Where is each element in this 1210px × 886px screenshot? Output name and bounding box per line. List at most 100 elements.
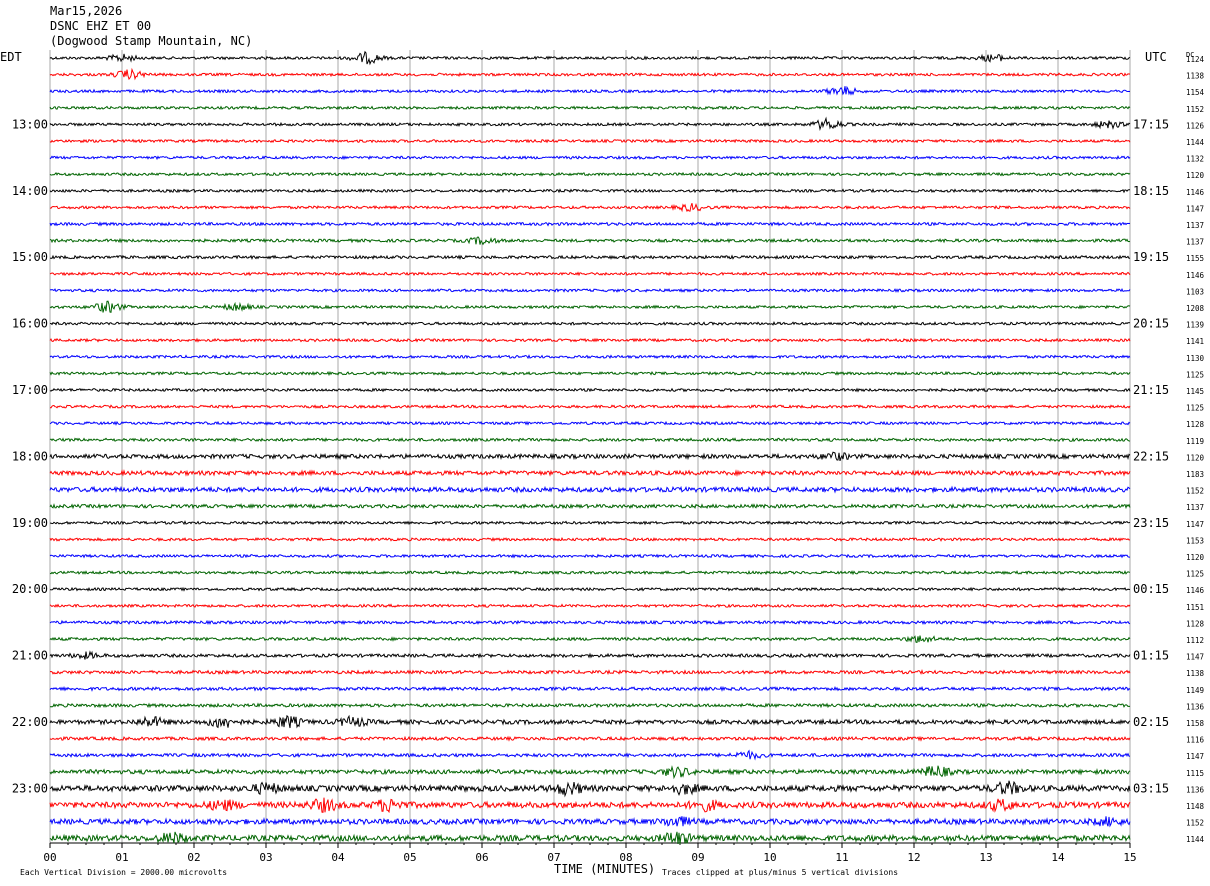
- x-tick-label: 12: [907, 851, 920, 864]
- trace-row: [49, 221, 1131, 227]
- x-tick-label: 06: [475, 851, 488, 864]
- trace-row: [49, 202, 1131, 213]
- left-hour-label: 17:00: [12, 383, 48, 397]
- trace-row: [49, 635, 1131, 643]
- dc-offset-label: 1126: [1186, 121, 1205, 130]
- right-hour-label: 00:15: [1133, 582, 1169, 596]
- dc-offset-label: 1152: [1186, 819, 1204, 828]
- trace-row: [49, 155, 1131, 161]
- right-hour-label: 19:15: [1133, 250, 1169, 264]
- dc-offset-label: 1145: [1186, 387, 1204, 396]
- dc-offset-label: 1120: [1186, 553, 1205, 562]
- trace-row: [49, 553, 1130, 559]
- trace-row: [49, 619, 1131, 626]
- trace-row: [49, 536, 1131, 542]
- trace-row: [49, 188, 1131, 194]
- trace-row: [49, 404, 1131, 410]
- dc-offset-label: 1147: [1186, 752, 1204, 761]
- trace-row: [49, 337, 1131, 343]
- trace-row: [49, 451, 1131, 462]
- trace-row: [49, 735, 1131, 742]
- right-hour-label: 17:15: [1133, 117, 1169, 131]
- trace-row: [49, 387, 1131, 393]
- seismogram-plot: 00 01 02 03 04 05 06 07 08 09 10 11 12 13 14 1511241138…: [0, 4, 1205, 877]
- dc-offset-label: 1128: [1186, 420, 1205, 429]
- dc-offset-label: 1103: [1186, 287, 1204, 296]
- trace-row: [49, 116, 1131, 132]
- trace-row: [49, 714, 1131, 729]
- x-tick-label: 11: [835, 851, 848, 864]
- dc-offset-label: 1138: [1186, 72, 1205, 81]
- trace-row: [49, 669, 1131, 675]
- right-hour-label: 02:15: [1133, 715, 1169, 729]
- dc-offset-label: 1147: [1186, 520, 1204, 529]
- trace-row: [49, 138, 1131, 144]
- trace-row: [49, 254, 1131, 261]
- trace-row: [49, 271, 1131, 277]
- left-timezone-label: EDT: [0, 50, 22, 64]
- dc-offset-label: 1112: [1186, 636, 1204, 645]
- x-tick-label: 01: [115, 851, 128, 864]
- dc-offset-label: 1120: [1186, 453, 1205, 462]
- trace-row: [49, 797, 1131, 814]
- dc-offset-label: 1149: [1186, 686, 1204, 695]
- dc-offset-label: 1208: [1186, 304, 1205, 313]
- trace-rows: [49, 50, 1131, 845]
- dc-offset-label: 1146: [1186, 586, 1205, 595]
- left-hour-label: 14:00: [12, 184, 48, 198]
- trace-row: [49, 85, 1131, 96]
- dc-offset-label: 1144: [1186, 138, 1205, 147]
- trace-row: [49, 437, 1131, 443]
- trace-row: [49, 354, 1131, 360]
- dc-offset-label: 1148: [1186, 802, 1205, 811]
- dc-offset-label: 1183: [1186, 470, 1204, 479]
- trace-row: [49, 469, 1131, 477]
- x-tick-label: 03: [259, 851, 272, 864]
- dc-offset-label: 1130: [1186, 354, 1205, 363]
- dc-offset-label: 1146: [1186, 271, 1205, 280]
- x-tick-label: 02: [187, 851, 200, 864]
- trace-row: [49, 702, 1131, 709]
- trace-row: [49, 300, 1131, 313]
- minute-gridlines: [49, 50, 1131, 848]
- trace-row: [49, 370, 1131, 377]
- dc-offset-label: 1155: [1186, 254, 1204, 263]
- dc-header-label: DC: [1186, 51, 1194, 59]
- trace-row: [49, 171, 1131, 177]
- trace-row: [49, 287, 1131, 293]
- dc-offset-label: 1138: [1186, 669, 1205, 678]
- trace-row: [49, 485, 1131, 494]
- clip-note: Traces clipped at plus/minus 5 vertical …: [662, 868, 898, 877]
- right-hour-label: 21:15: [1133, 383, 1169, 397]
- right-hour-label: 23:15: [1133, 516, 1169, 530]
- trace-row: [49, 831, 1131, 845]
- dc-offset-label: 1119: [1186, 437, 1204, 446]
- dc-offset-label: 1125: [1186, 570, 1204, 579]
- trace-row: [49, 420, 1131, 426]
- x-tick-label: 00: [43, 851, 56, 864]
- dc-offset-label: 1147: [1186, 204, 1204, 213]
- trace-row: [49, 586, 1131, 592]
- right-hour-label: 20:15: [1133, 317, 1169, 331]
- trace-row: [50, 520, 1131, 526]
- trace-row: [49, 321, 1131, 326]
- x-tick-label: 15: [1123, 851, 1136, 864]
- trace-row: [49, 816, 1131, 828]
- trace-row: [49, 685, 1131, 692]
- left-hour-label: 13:00: [12, 117, 48, 131]
- dc-offset-label: 1147: [1186, 653, 1204, 662]
- dc-offset-label: 1137: [1186, 503, 1204, 512]
- left-hour-label: 21:00: [12, 649, 48, 663]
- dc-offset-label: 1137: [1186, 221, 1204, 230]
- left-hour-label: 16:00: [12, 317, 48, 331]
- x-tick-label: 10: [763, 851, 776, 864]
- x-tick-label: 14: [1051, 851, 1065, 864]
- dc-offset-label: 1153: [1186, 536, 1204, 545]
- location-label: (Dogwood Stamp Mountain, NC): [50, 34, 252, 48]
- dc-offset-label: 1137: [1186, 238, 1204, 247]
- right-hour-label: 01:15: [1133, 649, 1169, 663]
- date-label: Mar15,2026: [50, 4, 122, 18]
- dc-offset-label: 1136: [1186, 702, 1205, 711]
- left-hour-label: 19:00: [12, 516, 48, 530]
- dc-offset-label: 1116: [1186, 736, 1205, 745]
